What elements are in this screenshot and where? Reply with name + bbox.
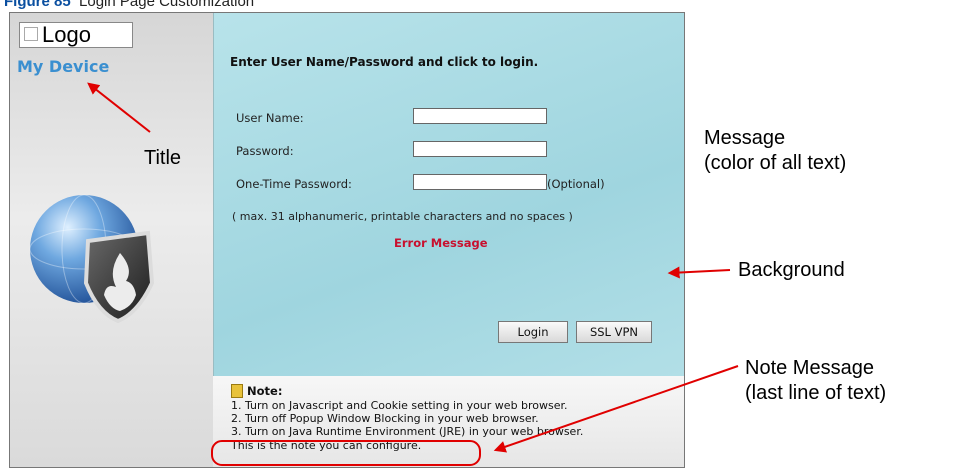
input-hint: ( max. 31 alphanumeric, printable charac…	[232, 210, 573, 223]
otp-label: One-Time Password:	[236, 177, 352, 191]
annotation-message-line2: (color of all text)	[704, 152, 847, 174]
annotation-background: Background	[738, 259, 845, 281]
globe-shield-icon	[29, 194, 155, 323]
login-prompt: Enter User Name/Password and click to lo…	[230, 55, 539, 69]
annotation-note-line1: Note Message	[745, 357, 874, 379]
figure-number: Figure 85	[4, 0, 71, 10]
logo: Logo	[19, 22, 133, 48]
username-label: User Name:	[236, 111, 304, 125]
note-heading: Note:	[231, 383, 283, 399]
password-label: Password:	[236, 144, 294, 158]
page-title: My Device	[17, 57, 110, 76]
figure-caption: Figure 85 Login Page Customization	[4, 0, 254, 10]
login-panel: Enter User Name/Password and click to lo…	[213, 13, 684, 376]
note-line: 2. Turn off Popup Window Blocking in you…	[231, 412, 539, 425]
image-placeholder-icon	[24, 27, 38, 42]
error-message: Error Message	[394, 236, 488, 250]
otp-input[interactable]	[413, 174, 547, 190]
note-area: Note: 1. Turn on Javascript and Cookie s…	[213, 376, 684, 467]
annotation-title: Title	[144, 147, 182, 169]
note-line: 3. Turn on Java Runtime Environment (JRE…	[231, 425, 584, 438]
annotation-note: Note Message (last line of text)	[745, 356, 886, 406]
left-panel: Logo My Device	[10, 13, 213, 467]
note-icon	[231, 383, 243, 398]
annotation-message-line1: Message	[704, 127, 786, 149]
login-button[interactable]: Login	[498, 321, 568, 343]
username-input[interactable]	[413, 108, 547, 124]
annotation-note-line2: (last line of text)	[745, 382, 887, 404]
password-input[interactable]	[413, 141, 547, 157]
note-heading-text: Note:	[247, 384, 283, 398]
note-line: 1. Turn on Javascript and Cookie setting…	[231, 399, 568, 412]
optional-text: (Optional)	[547, 177, 605, 191]
login-page-frame: Logo My Device Enter User Name/Password …	[9, 12, 685, 468]
ssl-vpn-button[interactable]: SSL VPN	[576, 321, 652, 343]
logo-text: Logo	[42, 22, 91, 47]
figure-title: Login Page Customization	[79, 0, 255, 10]
annotation-message: Message (color of all text)	[704, 126, 846, 176]
note-line-custom: This is the note you can configure.	[231, 439, 422, 452]
